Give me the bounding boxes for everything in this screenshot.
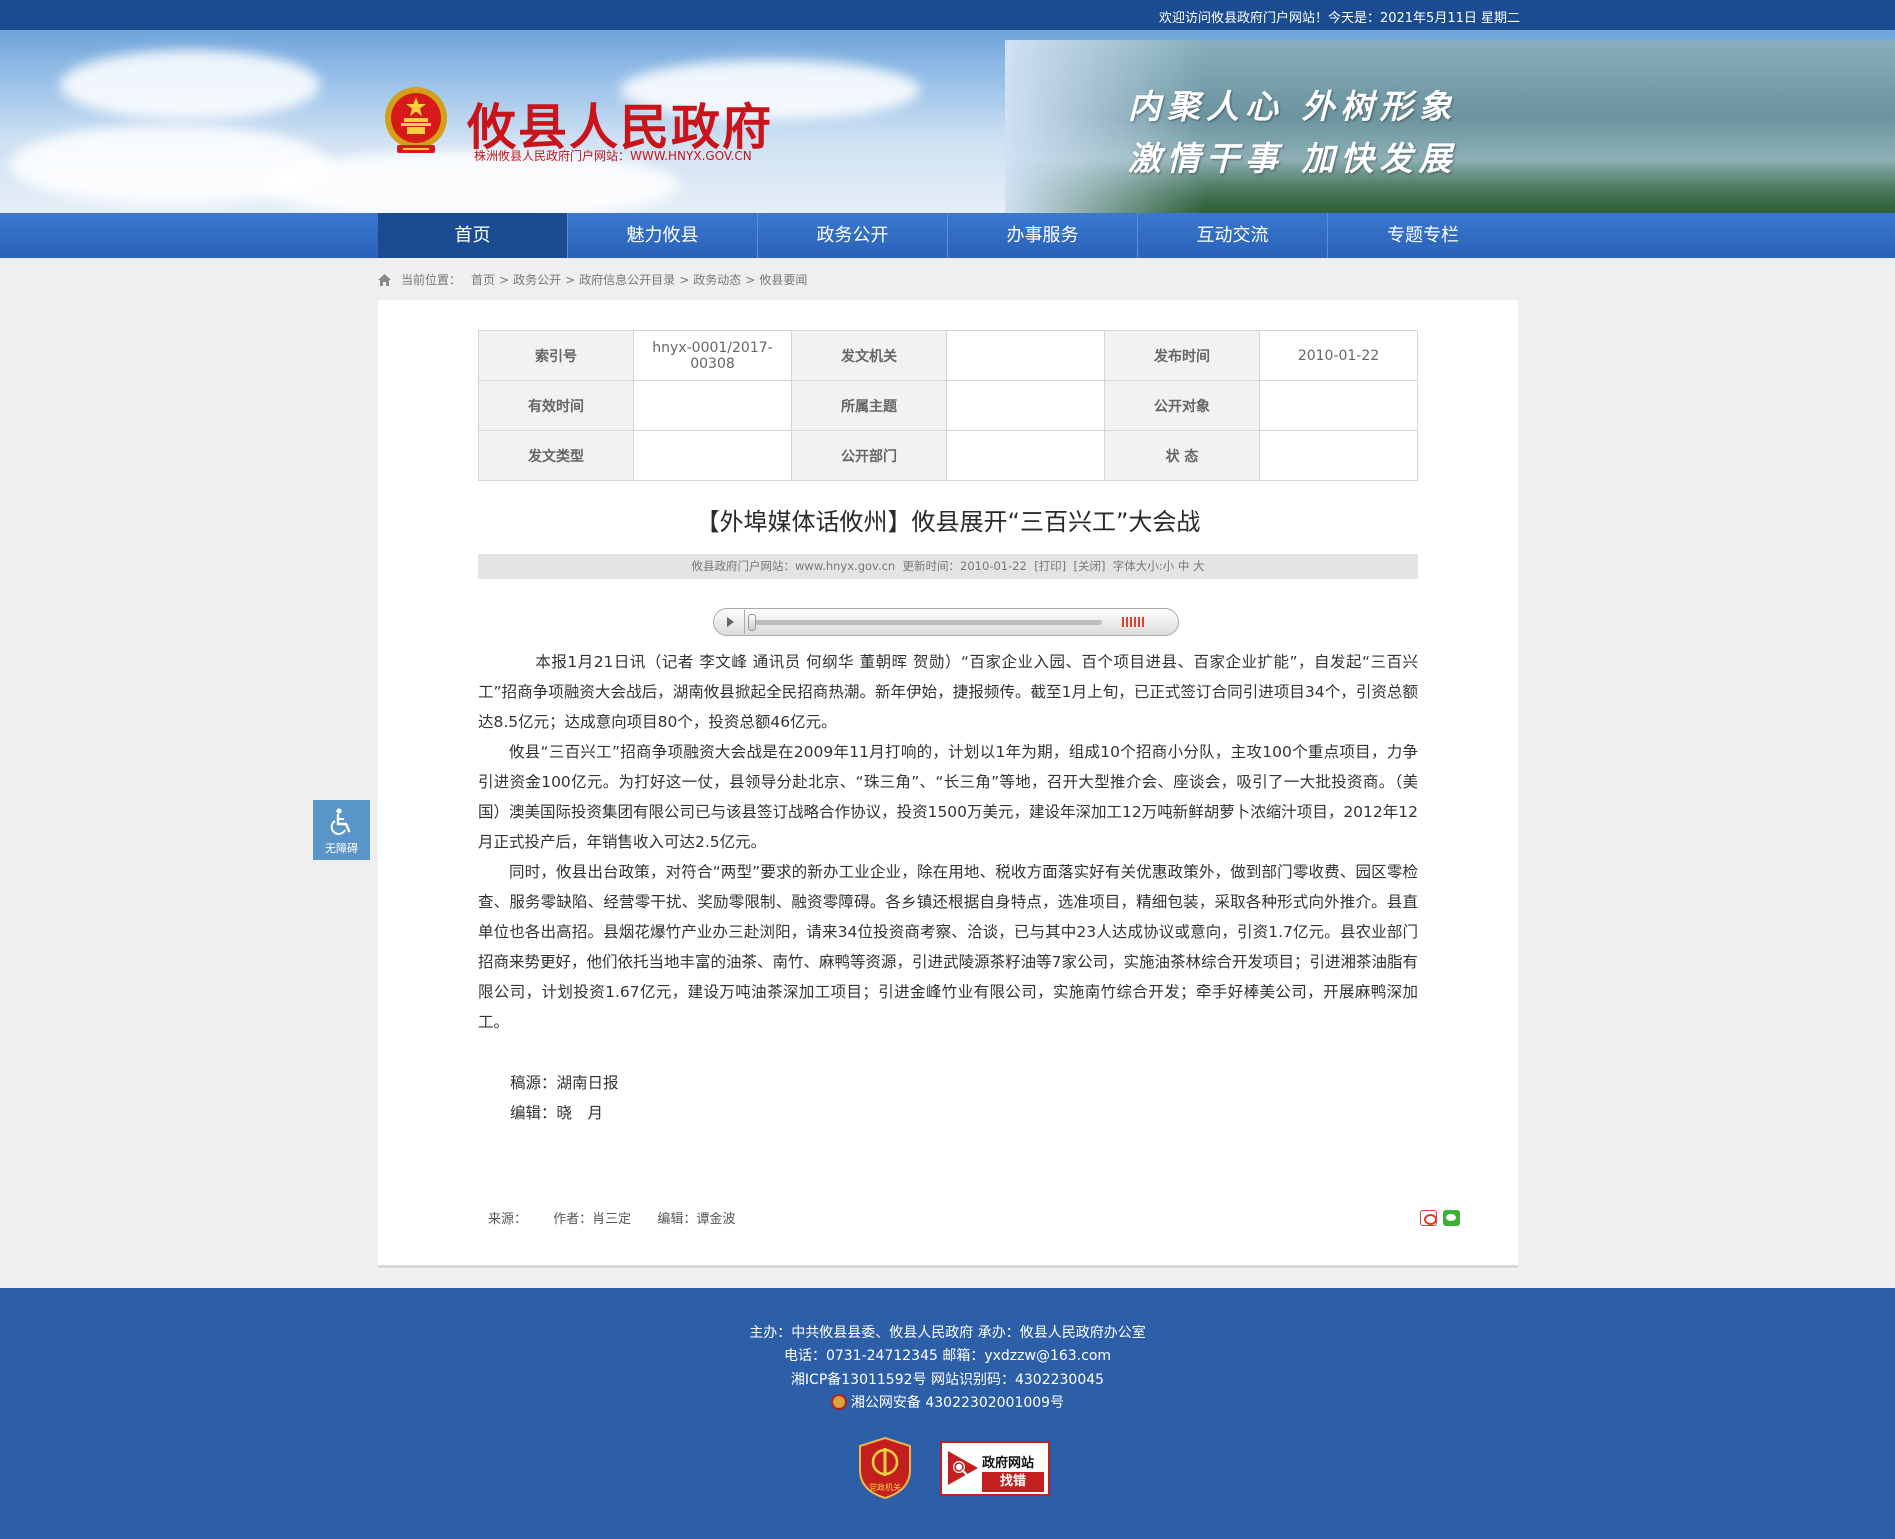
font-size-medium[interactable]: 中 [1178, 559, 1190, 573]
close-link[interactable]: [关闭] [1073, 559, 1105, 573]
progress-handle[interactable] [748, 614, 756, 631]
accessibility-label: 无障碍 [325, 842, 358, 855]
footer: 主办：中共攸县县委、攸县人民政府 承办：攸县人民政府办公室 电话：0731-24… [0, 1288, 1895, 1539]
nav-item-interaction[interactable]: 互动交流 [1138, 213, 1328, 258]
meta-value-dept [946, 430, 1105, 481]
site-subtitle: 株洲攸县人民政府门户网站：WWW.HNYX.GOV.CN [474, 149, 752, 163]
police-badge-icon [830, 1394, 847, 1410]
magnifier-icon [948, 1451, 978, 1485]
volume-icon[interactable] [1122, 617, 1144, 627]
meta-value-issuer [946, 330, 1105, 381]
breadcrumb-link-county-news[interactable]: 攸县要闻 [759, 271, 807, 288]
breadcrumb-link-gov-affairs[interactable]: 政务公开 [513, 271, 561, 288]
gov-site-error-report-badge[interactable]: 政府网站 找错 [940, 1441, 1050, 1496]
footer-sponsor: 主办：中共攸县县委、攸县人民政府 承办：攸县人民政府办公室 [749, 1325, 1146, 1341]
footer-police-text[interactable]: 湘公网安备 43022302001009号 [851, 1395, 1064, 1411]
info-source: 攸县政府门户网站：www.hnyx.gov.cn [691, 559, 896, 573]
credit-editor: 编辑：晓 月 [510, 1104, 604, 1122]
meta-label: 发布时间 [1104, 330, 1260, 381]
footer-icp: 湘ICP备13011592号 网站识别码：4302230045 [790, 1372, 1105, 1388]
error-badge-action: 找错 [982, 1472, 1044, 1492]
article-info-bar: 攸县政府门户网站：www.hnyx.gov.cn 更新时间：2010-01-22… [478, 554, 1418, 579]
font-size-large[interactable]: 大 [1193, 559, 1205, 573]
weibo-share-icon[interactable] [1420, 1210, 1437, 1226]
meta-label: 有效时间 [478, 380, 634, 431]
wechat-share-icon[interactable] [1443, 1210, 1460, 1226]
cloud-decoration [60, 50, 320, 120]
article-credits: 稿源：湖南日报 编辑：晓 月 [510, 1068, 619, 1128]
progress-track[interactable] [750, 620, 1102, 625]
meta-value-index-no: hnyx-0001/2017-00308 [633, 330, 792, 381]
error-badge-title: 政府网站 [982, 1456, 1035, 1471]
font-size-small[interactable]: 小 [1163, 559, 1175, 573]
breadcrumb-separator: > [565, 272, 576, 287]
main-nav: 首页 魅力攸县 政务公开 办事服务 互动交流 专题专栏 [0, 213, 1895, 258]
article-body: 本报1月21日讯（记者 李文峰 通讯员 何纲华 董朝晖 贺勋）“百家企业入园、百… [478, 647, 1418, 1037]
meta-value-topic [946, 380, 1105, 431]
nav-item-services[interactable]: 办事服务 [948, 213, 1138, 258]
play-button[interactable] [715, 610, 745, 634]
nav-item-gov-affairs[interactable]: 政务公开 [758, 213, 948, 258]
article-paragraph: 攸县“三百兴工”招商争项融资大会战是在2009年11月打响的，计划以1年为期，组… [478, 743, 1418, 851]
footer-contact: 电话：0731-24712345 邮箱：yxdzzw@163.com [783, 1348, 1112, 1364]
source-label: 来源： [488, 1212, 528, 1227]
party-government-badge-icon[interactable]: 党政机关 [858, 1436, 912, 1500]
party-badge-text: 党政机关 [869, 1482, 901, 1492]
article-title: 【外埠媒体话攸州】攸县展开“三百兴工”大会战 [695, 508, 1201, 536]
meta-value-audience [1259, 380, 1418, 431]
article-card: 索引号 hnyx-0001/2017-00308 发文机关 发布时间 2010-… [378, 300, 1518, 1268]
meta-label: 索引号 [478, 330, 634, 381]
accessibility-button[interactable]: 无障碍 [313, 800, 370, 860]
top-strip: 欢迎访问攸县政府门户网站！今天是：2021年5月11日 星期二 [0, 0, 1895, 30]
share-buttons [1420, 1210, 1460, 1226]
meta-label: 状 态 [1104, 430, 1260, 481]
breadcrumb: 当前位置： 首页 > 政务公开 > 政府信息公开目录 > 政务动态 > 攸县要闻 [378, 271, 807, 288]
breadcrumb-link-home[interactable]: 首页 [471, 271, 495, 288]
meta-value-doctype [633, 430, 792, 481]
nav-item-topics[interactable]: 专题专栏 [1328, 213, 1518, 258]
nav-item-charm[interactable]: 魅力攸县 [568, 213, 758, 258]
breadcrumb-separator: > [499, 272, 510, 287]
breadcrumb-link-news[interactable]: 政务动态 [693, 271, 741, 288]
footer-police: 湘公网安备 43022302001009号 [0, 1392, 1895, 1412]
article-paragraph: 同时，攸县出台政策，对符合“两型”要求的新办工业企业，除在用地、税收方面落实好有… [478, 863, 1418, 1031]
header-banner: 攸县人民政府 株洲攸县人民政府门户网站：WWW.HNYX.GOV.CN 内聚人心… [0, 30, 1895, 213]
breadcrumb-separator: > [745, 272, 756, 287]
author-label: 作者：肖三定 [553, 1212, 632, 1227]
meta-label: 所属主题 [791, 380, 947, 431]
wheelchair-icon [330, 808, 351, 835]
welcome-text: 欢迎访问攸县政府门户网站！今天是：2021年5月11日 星期二 [1158, 11, 1520, 26]
breadcrumb-link-catalog[interactable]: 政府信息公开目录 [579, 271, 675, 288]
home-icon [378, 273, 391, 286]
editor-label: 编辑：谭金波 [657, 1212, 736, 1227]
source-bar: 来源： 作者：肖三定 编辑：谭金波 [488, 1208, 757, 1227]
breadcrumb-separator: > [679, 272, 690, 287]
meta-label: 发文类型 [478, 430, 634, 481]
credit-source: 稿源：湖南日报 [510, 1074, 619, 1092]
slogan-line-2: 激情干事 加快发展 [1128, 139, 1458, 178]
font-size-label: 字体大小: [1112, 559, 1163, 573]
article-paragraph: 本报1月21日讯（记者 李文峰 通讯员 何纲华 董朝晖 贺勋）“百家企业入园、百… [478, 653, 1418, 731]
meta-value-valid [633, 380, 792, 431]
info-updated: 更新时间：2010-01-22 [902, 559, 1027, 573]
metadata-table: 索引号 hnyx-0001/2017-00308 发文机关 发布时间 2010-… [478, 330, 1418, 481]
meta-label: 公开对象 [1104, 380, 1260, 431]
meta-value-publish-date: 2010-01-22 [1259, 330, 1418, 381]
audio-player [713, 608, 1179, 636]
meta-label: 公开部门 [791, 430, 947, 481]
slogan-line-1: 内聚人心 外树形象 [1128, 87, 1458, 126]
national-emblem-icon [385, 87, 447, 153]
meta-label: 发文机关 [791, 330, 947, 381]
meta-value-status [1259, 430, 1418, 481]
breadcrumb-prefix: 当前位置： [401, 273, 462, 287]
print-link[interactable]: [打印] [1034, 559, 1066, 573]
nav-item-home[interactable]: 首页 [378, 213, 568, 258]
